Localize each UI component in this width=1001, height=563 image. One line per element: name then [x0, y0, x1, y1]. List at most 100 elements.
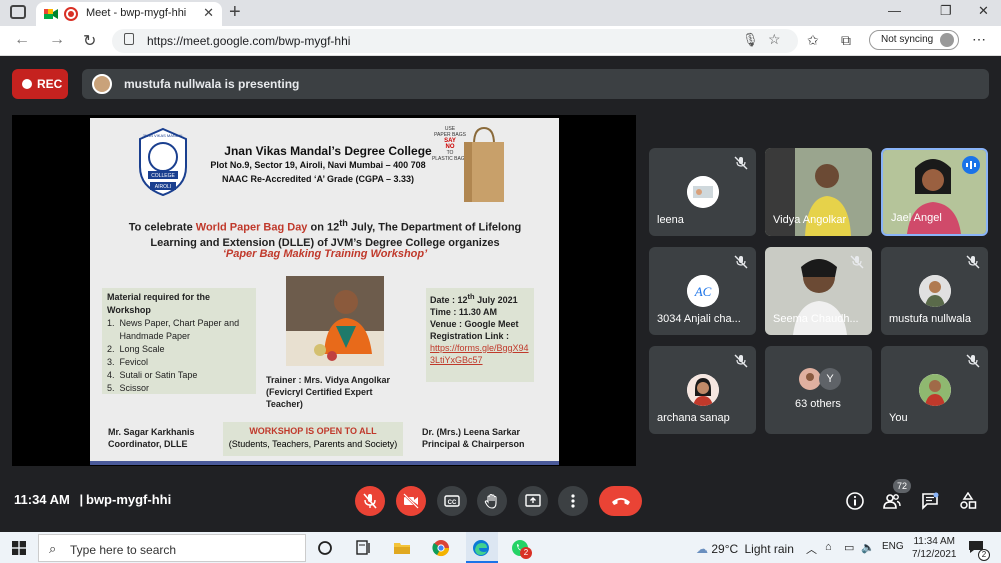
participant-name: mustufa nullwala — [889, 313, 971, 325]
back-icon[interactable]: ← — [14, 31, 30, 49]
participant-avatar — [919, 275, 951, 307]
participant-tile-seema[interactable]: Seema Chaudh... — [765, 247, 872, 335]
taskbar-time: 11:34 AM — [913, 536, 955, 547]
participant-tile-mustufa[interactable]: mustufa nullwala — [881, 247, 988, 335]
favorite-star-icon[interactable]: ☆ — [768, 31, 781, 48]
material-item: 1. News Paper, Chart Paper and — [107, 318, 240, 328]
registration-label: Registration Link : — [430, 331, 510, 341]
close-tab-icon[interactable]: ✕ — [203, 5, 214, 21]
chat-icon[interactable] — [921, 492, 939, 510]
chrome-icon[interactable] — [432, 539, 450, 557]
participant-tile-vidya[interactable]: Vidya Angolkar — [765, 148, 872, 236]
minimize-icon[interactable]: — — [888, 3, 901, 18]
windows-start-icon[interactable] — [12, 541, 26, 555]
presenting-banner: mustufa nullwala is presenting — [82, 69, 989, 99]
mic-toggle-button[interactable] — [355, 486, 385, 516]
open-to-all-sub: (Students, Teachers, Parents and Society… — [228, 439, 398, 449]
raise-hand-button[interactable] — [477, 486, 507, 516]
present-screen-button[interactable] — [518, 486, 548, 516]
material-item: 2. Long Scale — [107, 344, 165, 354]
search-placeholder: Type here to search — [70, 543, 177, 557]
participant-name: 63 others — [795, 398, 841, 410]
college-name: Jnan Vikas Mandal’s Degree College — [224, 144, 432, 158]
widgets-icon[interactable] — [354, 539, 372, 557]
browser-tab-meet[interactable]: Meet - bwp-mygf-hhi ✕ — [36, 2, 222, 26]
celebration-text: To celebrate World Paper Bag Day on 12th… — [110, 216, 540, 251]
svg-text:CC: CC — [448, 500, 457, 506]
celebrate-pre: To celebrate — [128, 221, 196, 234]
participant-tile-anjali[interactable]: AC 3034 Anjali cha... — [649, 247, 756, 335]
search-icon: ⌕ — [49, 541, 57, 556]
input-language[interactable]: ENG — [882, 541, 904, 552]
more-options-icon[interactable]: ⋯ — [972, 31, 986, 48]
meet-now-icon[interactable]: ⌂ — [825, 541, 832, 553]
participant-name: leena — [657, 214, 684, 226]
material-item: 5. Scissor — [107, 383, 150, 393]
microphone-icon[interactable]: 🎙 — [742, 32, 759, 48]
recording-badge[interactable]: REC — [12, 69, 68, 99]
participants-icon[interactable] — [883, 492, 901, 510]
trainer-info: Trainer : Mrs. Vidya Angolkar (Fevicryl … — [266, 374, 406, 410]
svg-text:AC: AC — [694, 284, 712, 299]
new-tab-icon[interactable]: + — [229, 1, 241, 24]
participant-tile-you[interactable]: You — [881, 346, 988, 434]
event-details-box: Date : 12th July 2021 Time : 11.30 AM Ve… — [426, 288, 534, 382]
browser-tabbar: Meet - bwp-mygf-hhi ✕ + — ❐ ✕ — [0, 0, 1001, 26]
rec-label: REC — [37, 77, 63, 91]
tab-actions-icon[interactable] — [10, 5, 26, 19]
participant-name: 3034 Anjali cha... — [657, 313, 741, 325]
event-venue: Venue : Google Meet — [430, 319, 519, 329]
participant-tile-leena[interactable]: leena — [649, 148, 756, 236]
reload-icon[interactable]: ↻ — [83, 31, 96, 51]
more-options-button[interactable] — [558, 486, 588, 516]
event-time: Time : 11.30 AM — [430, 307, 498, 317]
event-date: Date : 12th July 2021 — [430, 291, 530, 306]
file-explorer-icon[interactable] — [393, 539, 411, 557]
volume-icon[interactable]: 🔈 — [861, 541, 875, 554]
collections-icon[interactable]: ⧉ — [841, 32, 851, 49]
close-window-icon[interactable]: ✕ — [978, 3, 989, 19]
forward-icon[interactable]: → — [49, 31, 65, 49]
record-dot-icon — [22, 79, 32, 89]
not-syncing-button[interactable]: Not syncing — [869, 30, 959, 50]
meeting-details-icon[interactable] — [846, 492, 864, 510]
show-hidden-icons[interactable]: ︿ — [806, 541, 817, 557]
hand-icon — [484, 493, 497, 509]
participant-tile-others[interactable]: Y 63 others — [765, 346, 872, 434]
taskbar-date: 7/12/2021 — [912, 549, 957, 560]
url-bar[interactable]: https://meet.google.com/bwp-mygf-hhi 🎙 ☆ — [112, 29, 798, 53]
restore-icon[interactable]: ❐ — [940, 3, 952, 19]
edge-browser-icon[interactable] — [472, 539, 490, 557]
logo-bottom-text: AIROLI — [155, 184, 171, 190]
celebrate-highlight: World Paper Bag Day — [195, 221, 308, 234]
mic-off-icon — [734, 354, 748, 368]
materials-box: Material required for the Workshop 1. Ne… — [102, 288, 256, 394]
taskbar-search-box[interactable]: ⌕ Type here to search — [38, 534, 306, 562]
favorites-icon[interactable]: ✩ — [807, 32, 819, 49]
college-address: Plot No.9, Sector 19, Airoli, Navi Mumba… — [210, 160, 426, 170]
open-to-all-header: WORKSHOP IS OPEN TO ALL — [249, 426, 377, 436]
presenting-text: mustufa nullwala is presenting — [124, 77, 300, 91]
college-logo-icon: JNAN VIKAS MANDAL COLLEGE AIROLI — [139, 127, 187, 197]
date-pre: Date : 12 — [430, 295, 468, 305]
clock-time: 11:34 AM — [14, 492, 70, 507]
lock-icon[interactable] — [124, 33, 134, 45]
taskbar-clock[interactable]: 11:34 AM 7/12/2021 — [912, 535, 957, 561]
participant-avatar — [919, 374, 951, 406]
activities-icon[interactable] — [959, 492, 977, 510]
presentation-slide: JNAN VIKAS MANDAL COLLEGE AIROLI Jnan Vi… — [90, 118, 559, 465]
participant-tile-jael[interactable]: Jael Angel — [881, 148, 988, 236]
participant-name: archana sanap — [657, 412, 730, 424]
battery-icon[interactable]: ▭ — [844, 541, 854, 554]
weather-widget[interactable]: ☁ 29°C Light rain — [696, 542, 794, 556]
task-view-icon[interactable] — [316, 539, 334, 557]
celebrate-post1: on 12 — [307, 221, 340, 234]
trainer-photo — [286, 276, 384, 366]
url-text[interactable]: https://meet.google.com/bwp-mygf-hhi — [147, 34, 350, 48]
participant-tile-archana[interactable]: archana sanap — [649, 346, 756, 434]
captions-button[interactable]: CC — [437, 486, 467, 516]
leave-call-button[interactable] — [599, 486, 642, 516]
camera-toggle-button[interactable] — [396, 486, 426, 516]
principal-name: Dr. (Mrs.) Leena Sarkar — [422, 427, 521, 437]
trainer-credential: (Fevicryl Certified Expert Teacher) — [266, 387, 373, 409]
